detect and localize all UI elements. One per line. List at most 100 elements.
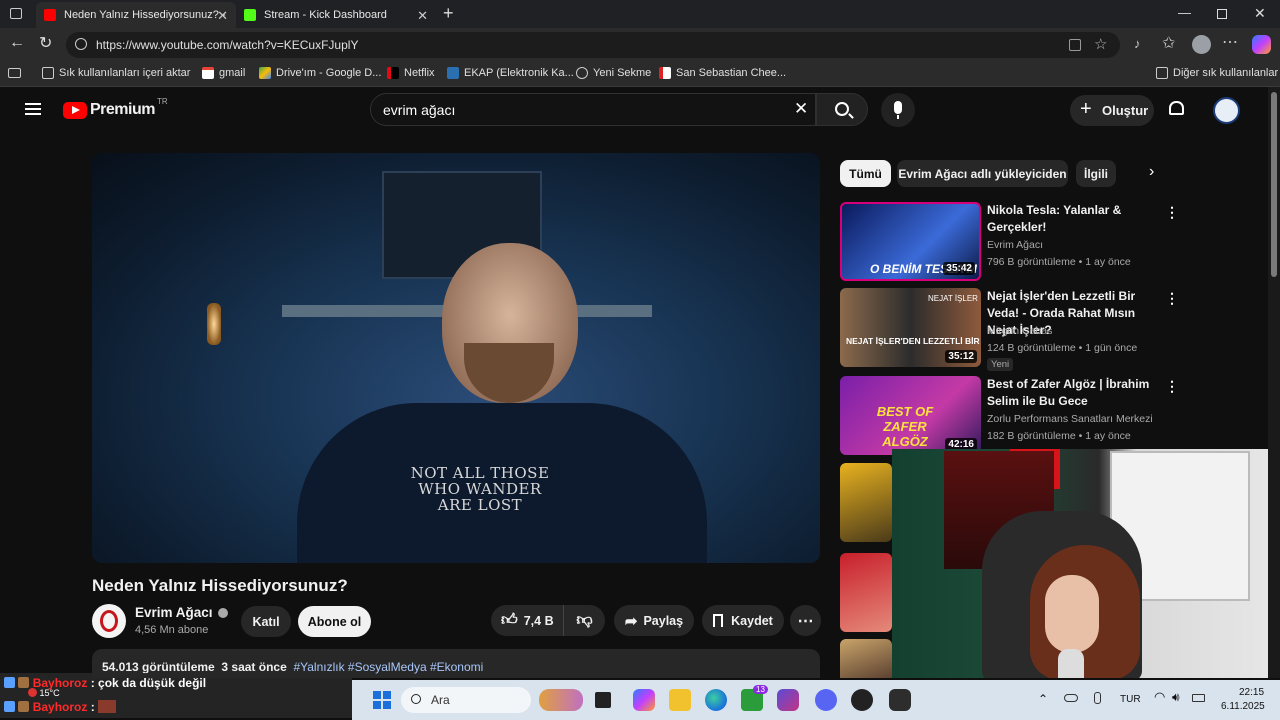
app-available-icon[interactable] — [1069, 39, 1081, 51]
bookmark-gmail[interactable]: gmail — [202, 67, 245, 79]
chat-badge-icon — [18, 701, 30, 712]
maximize-icon[interactable] — [1217, 9, 1227, 19]
read-aloud-icon[interactable]: ♪ — [1134, 36, 1141, 51]
more-vert-icon[interactable]: ⋮ — [1165, 204, 1179, 221]
bookmark-drive[interactable]: Drive'ım - Google D... — [259, 67, 381, 79]
url-field[interactable]: https://www.youtube.com/watch?v=KECuxFJu… — [66, 32, 1120, 58]
thumbnail[interactable]: BEST OF ZAFER ALGÖZ 42:16 — [840, 376, 981, 455]
chip-related[interactable]: İlgili — [1076, 160, 1116, 187]
tab-kick-dashboard[interactable]: Stream - Kick Dashboard ✕ — [236, 2, 436, 28]
upload-time: 3 saat önce — [221, 660, 287, 674]
favorite-star-icon[interactable]: ☆ — [1094, 35, 1107, 53]
wifi-icon[interactable]: ◠ — [1154, 689, 1165, 705]
close-tab-icon[interactable]: ✕ — [217, 8, 228, 24]
taskbar-search[interactable]: Ara — [401, 687, 531, 713]
share-button[interactable]: ➦ Paylaş — [614, 605, 694, 636]
show-hidden-icons[interactable]: ⌃ — [1038, 692, 1048, 706]
channel-avatar[interactable] — [92, 604, 126, 638]
chip-from-uploader[interactable]: Evrim Ağacı adlı yükleyiciden — [897, 160, 1068, 187]
create-button[interactable]: + Oluştur — [1070, 95, 1154, 126]
browser-address-bar: ← ↻ https://www.youtube.com/watch?v=KECu… — [0, 28, 1280, 61]
recommendation-thumbnail[interactable] — [840, 639, 892, 678]
chip-all[interactable]: Tümü — [840, 160, 891, 187]
voice-search-button[interactable] — [881, 93, 915, 127]
more-menu-icon[interactable]: ⋯ — [1222, 32, 1238, 52]
recommendation-item[interactable]: NEJAT İŞLER NEJAT İŞLER'DEN LEZZETLİ BİR… — [840, 288, 1180, 371]
recommendation-item[interactable]: O BENİM TESLA'M 35:42 Nikola Tesla: Yala… — [840, 202, 1180, 282]
start-windows-icon[interactable] — [373, 691, 391, 709]
bookmark-label: EKAP (Elektronik Ka... — [464, 67, 574, 79]
thumbnail[interactable]: O BENİM TESLA'M 35:42 — [840, 202, 981, 281]
youtube-logo[interactable]: Premium TR — [63, 97, 168, 119]
instagram-icon[interactable] — [777, 689, 799, 711]
video-player[interactable]: NOT ALL THOSE WHO WANDER ARE LOST — [92, 153, 820, 563]
more-actions-icon[interactable]: ⋯ — [790, 605, 821, 636]
hashtags[interactable]: #Yalnızlık #SosyalMedya #Ekonomi — [293, 660, 483, 674]
bookmark-new-tab[interactable]: Yeni Sekme — [576, 67, 651, 79]
minimize-icon[interactable]: — — [1178, 5, 1191, 20]
subscribe-button[interactable]: Abone ol — [298, 606, 371, 637]
weather-temp: 15°C — [39, 688, 60, 698]
new-tab-icon[interactable]: + — [443, 3, 454, 24]
file-explorer-icon[interactable] — [669, 689, 691, 711]
search-input[interactable]: evrim ağacı ✕ — [370, 93, 816, 126]
close-window-icon[interactable]: ✕ — [1254, 5, 1266, 22]
chat-emote — [98, 700, 117, 713]
tab-title: Stream - Kick Dashboard — [264, 9, 387, 21]
profile-icon[interactable] — [1192, 35, 1211, 54]
battery-icon[interactable] — [1192, 694, 1205, 702]
scrollbar-thumb[interactable] — [1271, 92, 1277, 277]
notifications-bell-icon[interactable] — [1169, 101, 1184, 115]
clear-search-icon[interactable]: ✕ — [794, 99, 808, 119]
bookmark-netflix[interactable]: Netflix — [387, 67, 435, 79]
microphone-tray-icon[interactable] — [1094, 692, 1101, 704]
channel-name[interactable]: Evrim Ağacı — [135, 605, 229, 620]
obs-icon[interactable] — [851, 689, 873, 711]
logo-text: Premium — [90, 101, 155, 118]
copilot-icon[interactable] — [1252, 35, 1271, 54]
like-button[interactable]: 👍︎ 7,4 B — [491, 605, 563, 636]
browser-tab-bar: Neden Yalnız Hissediyorsunuz? - ✕ Stream… — [0, 0, 1280, 28]
bookmark-other[interactable]: Diğer sık kullanılanlar — [1156, 67, 1278, 79]
menu-icon[interactable] — [25, 103, 41, 115]
search-button[interactable] — [816, 93, 868, 126]
onedrive-cloud-icon[interactable] — [1064, 694, 1078, 702]
close-tab-icon[interactable]: ✕ — [417, 8, 428, 24]
rec-meta: 182 B görüntüleme • 1 ay önce — [987, 430, 1131, 442]
tab-youtube[interactable]: Neden Yalnız Hissediyorsunuz? - ✕ — [36, 2, 236, 28]
volume-icon[interactable]: 🔊︎ — [1172, 690, 1180, 705]
recommendation-thumbnail[interactable] — [840, 463, 892, 542]
recommendation-thumbnail[interactable] — [840, 553, 892, 632]
back-icon[interactable]: ← — [9, 34, 25, 52]
chat-message: Bayhoroz : — [4, 700, 117, 714]
duration: 35:42 — [943, 262, 975, 275]
thumbnail[interactable]: NEJAT İŞLER NEJAT İŞLER'DEN LEZZETLİ BİR… — [840, 288, 981, 367]
shirt-print: NOT ALL THOSE WHO WANDER ARE LOST — [410, 464, 550, 514]
more-vert-icon[interactable]: ⋮ — [1165, 290, 1179, 307]
dislike-button[interactable]: 👎︎ — [563, 605, 605, 636]
edge-browser-icon[interactable] — [705, 689, 727, 711]
join-button[interactable]: Katıl — [241, 606, 291, 637]
copilot-app-icon[interactable] — [633, 689, 655, 711]
save-button[interactable]: Kaydet — [702, 605, 784, 636]
widgets-people-icon[interactable] — [539, 689, 583, 711]
chevron-right-icon[interactable]: › — [1149, 163, 1154, 181]
more-vert-icon[interactable]: ⋮ — [1165, 378, 1179, 395]
site-info-icon[interactable] — [75, 38, 87, 50]
clock-date[interactable]: 6.11.2025 — [1221, 701, 1265, 712]
reading-view-icon[interactable] — [8, 68, 21, 78]
tab-actions-icon[interactable] — [10, 8, 22, 19]
input-language[interactable]: TUR — [1120, 694, 1141, 705]
discord-icon[interactable] — [815, 689, 837, 711]
task-view-icon[interactable] — [595, 692, 611, 708]
favorites-icon[interactable]: ✩ — [1162, 33, 1175, 53]
account-avatar[interactable] — [1213, 97, 1240, 124]
clock-time[interactable]: 22:15 — [1239, 687, 1264, 698]
game-app-icon[interactable] — [889, 689, 911, 711]
bookmark-import[interactable]: Sık kullanılanları içeri aktar — [42, 67, 190, 79]
stream-chat-overlay: Bayhoroz : çok da düşük değil 15°C Bayho… — [0, 673, 352, 718]
refresh-icon[interactable]: ↻ — [39, 33, 52, 53]
bookmark-ekap[interactable]: EKAP (Elektronik Ka... — [447, 67, 574, 79]
bookmark-cheesecake[interactable]: San Sebastian Chee... — [659, 67, 786, 79]
recommendation-item[interactable]: BEST OF ZAFER ALGÖZ 42:16 Best of Zafer … — [840, 376, 1180, 456]
